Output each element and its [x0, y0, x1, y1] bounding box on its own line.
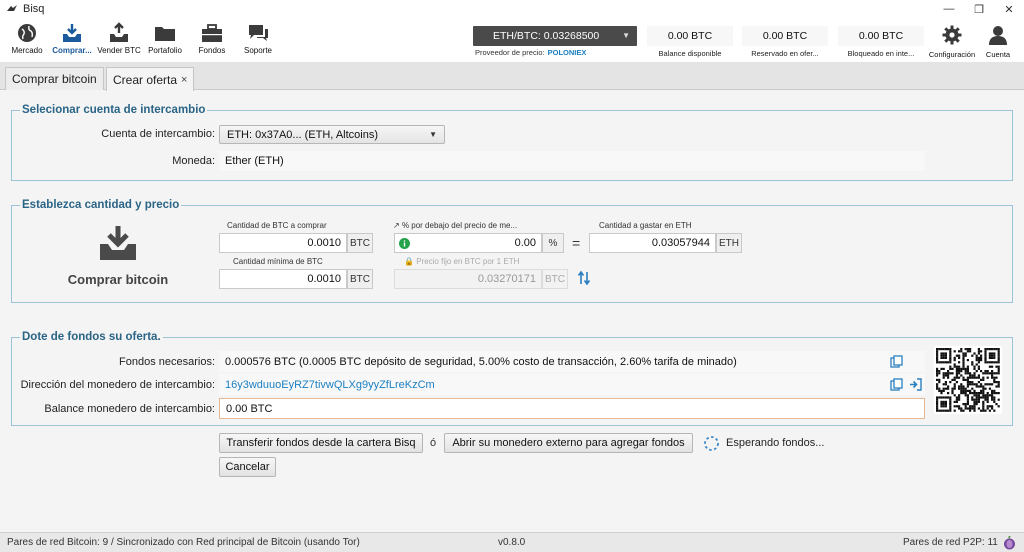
maximize-button[interactable]: ❐: [964, 0, 994, 18]
fixed-price-unit: BTC: [542, 269, 568, 289]
account-label: Cuenta de intercambio:: [101, 128, 215, 140]
title-bar: Bisq — ❐ ✕: [0, 0, 1024, 18]
network-status: Pares de red Bitcoin: 9 / Sincronizado c…: [7, 537, 360, 548]
p2p-peers: Pares de red P2P: 11: [903, 537, 998, 548]
buy-bitcoin-icon: [63, 24, 81, 42]
funding-section-title: Dote de fondos su oferta.: [20, 331, 163, 343]
currency-label: Moneda:: [172, 155, 215, 167]
direction-label: Comprar bitcoin: [67, 272, 169, 287]
fixed-price-caption: 🔒 Precio fijo en BTC por 1 ETH: [404, 257, 520, 266]
minimize-button[interactable]: —: [934, 0, 964, 18]
balance-locked: 0.00 BTC Bloqueado en inte...: [838, 26, 924, 64]
chat-bubbles-icon: [249, 25, 268, 41]
account-section: Selecionar cuenta de intercambio Cuenta …: [11, 104, 1013, 181]
percent-unit: %: [542, 233, 564, 253]
nav-mercado[interactable]: Mercado: [2, 22, 52, 62]
folder-icon: [155, 27, 175, 41]
nav-comprar[interactable]: Comprar...: [47, 22, 97, 62]
tab-comprar-bitcoin[interactable]: Comprar bitcoin: [5, 67, 104, 90]
chevron-down-icon: ▼: [429, 130, 437, 139]
nav-portafolio[interactable]: Portafolio: [140, 22, 190, 62]
address-label: Dirección del monedero de intercambio:: [20, 379, 215, 391]
spend-input[interactable]: 0.03057944: [589, 233, 716, 253]
gear-icon: [942, 25, 962, 45]
min-amount-input[interactable]: 0.0010: [219, 269, 347, 289]
wallet-balance-field: 0.00 BTC: [219, 398, 925, 419]
close-window-button[interactable]: ✕: [994, 0, 1024, 18]
equals-sign: =: [572, 235, 581, 251]
open-wallet-icon[interactable]: [909, 378, 922, 391]
balance-reserved: 0.00 BTC Reservado en ofer...: [742, 26, 828, 64]
window-title: Bisq: [23, 3, 45, 15]
percent-caption: ↗ % por debajo del precio de me...: [393, 221, 518, 230]
tab-crear-oferta[interactable]: Crear oferta ×: [106, 67, 195, 91]
balance-available: 0.00 BTC Balance disponible: [647, 26, 733, 64]
buy-bitcoin-large-icon: [100, 226, 136, 260]
open-external-wallet-button[interactable]: Abrir su monedero externo para agregar f…: [444, 433, 693, 453]
user-icon: [989, 26, 1007, 45]
sell-bitcoin-icon: [110, 22, 128, 42]
amount-caption: Cantidad de BTC a comprar: [227, 221, 327, 230]
needed-funds-label: Fondos necesarios:: [119, 356, 215, 368]
funding-section: Dote de fondos su oferta. Fondos necesar…: [11, 331, 1013, 426]
transfer-funds-button[interactable]: Transferir fondos desde la cartera Bisq: [219, 433, 423, 453]
tor-onion-icon: [1004, 536, 1015, 550]
bisq-logo-icon: [7, 5, 17, 11]
close-tab-icon[interactable]: ×: [181, 74, 187, 86]
status-bar: Pares de red Bitcoin: 9 / Sincronizado c…: [0, 532, 1024, 552]
min-amount-unit: BTC: [347, 269, 373, 289]
percent-toggle-icon[interactable]: ↗: [393, 221, 400, 230]
nav-configuracion[interactable]: Configuración: [924, 24, 980, 59]
nav-fondos[interactable]: Fondos: [187, 22, 237, 62]
lock-icon: 🔒: [404, 257, 414, 266]
nav-vender[interactable]: Vender BTC: [94, 22, 144, 62]
waiting-funds-label: Esperando fondos...: [726, 437, 825, 449]
spend-unit: ETH: [716, 233, 742, 253]
chevron-down-icon: ▼: [622, 31, 630, 40]
percent-input[interactable]: 0.00: [394, 233, 542, 253]
provider-name: POLONIEX: [547, 48, 587, 57]
min-amount-caption: Cantidad mínima de BTC: [233, 257, 323, 266]
price-provider: Proveedor de precio: POLONIEX: [475, 48, 587, 57]
globe-icon: [18, 24, 36, 42]
info-icon: [399, 238, 410, 249]
amount-section-title: Establezca cantidad y precio: [20, 199, 182, 211]
price-ticker: ETH/BTC: 0.03268500: [493, 30, 600, 42]
tab-bar: Comprar bitcoin Crear oferta ×: [0, 62, 1024, 91]
copy-address-icon[interactable]: [890, 378, 903, 391]
nav-soporte[interactable]: Soporte: [233, 22, 283, 62]
spend-caption: Cantidad a gastar en ETH: [599, 221, 692, 230]
main-toolbar: Mercado Comprar... Vender BTC Portafolio…: [0, 18, 1024, 62]
fixed-price-input: 0.03270171: [394, 269, 542, 289]
copy-icon[interactable]: [890, 355, 903, 368]
needed-funds-field: 0.000576 BTC (0.0005 BTC depósito de seg…: [219, 351, 925, 372]
spinner-icon: [704, 436, 719, 451]
swap-price-icon[interactable]: [578, 270, 590, 286]
briefcase-icon: [202, 24, 222, 42]
account-section-title: Selecionar cuenta de intercambio: [20, 104, 208, 116]
version-label: v0.8.0: [498, 537, 526, 548]
account-select[interactable]: ETH: 0x37A0... (ETH, Altcoins) ▼: [219, 125, 445, 144]
nav-cuenta[interactable]: Cuenta: [982, 24, 1014, 59]
currency-field: Ether (ETH): [219, 151, 925, 171]
amount-input[interactable]: 0.0010: [219, 233, 347, 253]
qr-code-icon[interactable]: [934, 346, 1002, 414]
or-label: ó: [430, 437, 437, 449]
address-field[interactable]: 16y3wduuoEyRZ7tivwQLXg9yyZfLreKzCm: [219, 374, 925, 395]
amount-price-section: Establezca cantidad y precio Comprar bit…: [11, 199, 1013, 303]
price-feed-select[interactable]: ETH/BTC: 0.03268500 ▼: [473, 26, 637, 46]
cancel-button[interactable]: Cancelar: [219, 457, 276, 477]
wallet-balance-label: Balance monedero de intercambio:: [44, 403, 215, 415]
amount-unit: BTC: [347, 233, 373, 253]
